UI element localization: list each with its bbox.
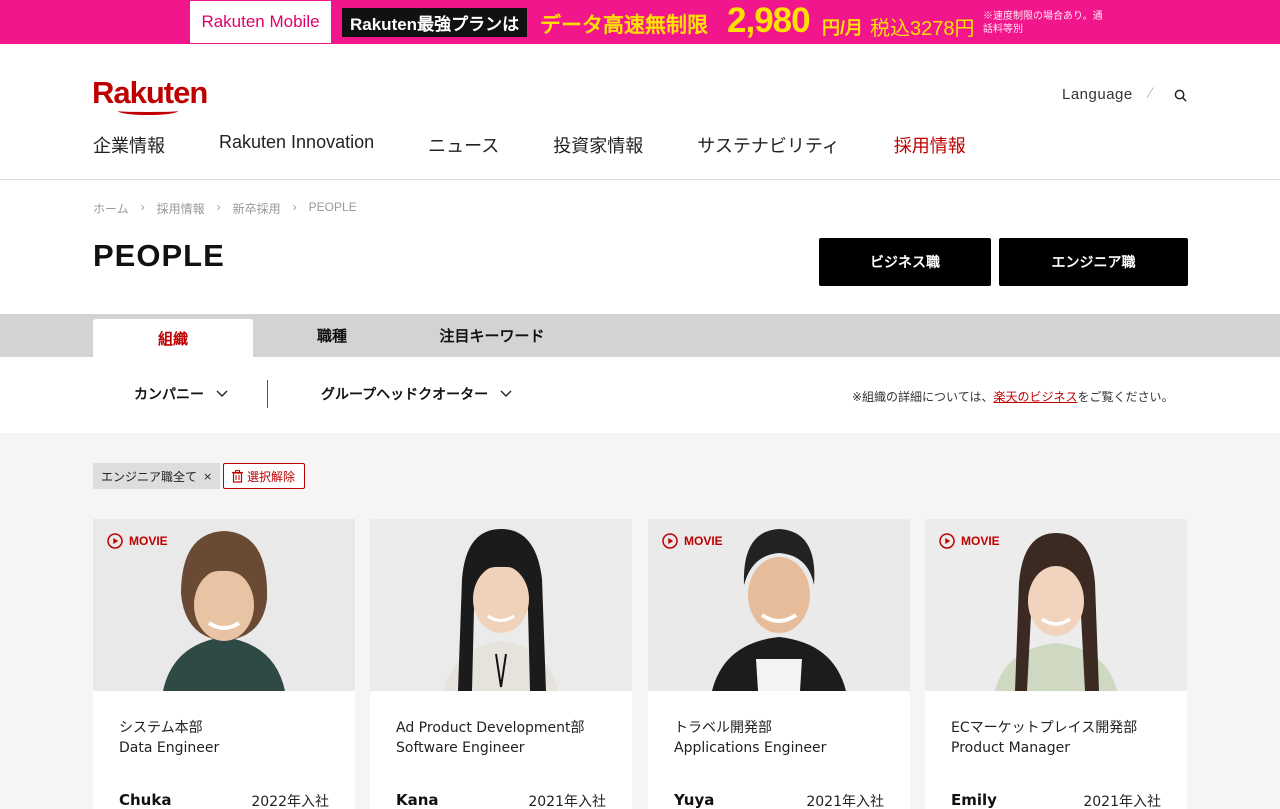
filter-chip[interactable]: エンジニア職全て ×: [93, 463, 221, 489]
movie-label: MOVIE: [961, 534, 1000, 548]
search-icon[interactable]: [1174, 89, 1187, 102]
person-photo: MOVIE: [648, 519, 910, 691]
tab-keywords[interactable]: 注目キーワード: [412, 314, 572, 357]
nav-item-corporate[interactable]: 企業情報: [93, 132, 165, 158]
org-note: ※組織の詳細については、楽天のビジネスをご覧ください。: [852, 388, 1174, 405]
card-join-year: 2021年入社: [806, 794, 884, 809]
nav-item-sustainability[interactable]: サステナビリティ: [697, 132, 840, 158]
nav-item-innovation[interactable]: Rakuten Innovation: [219, 132, 374, 158]
card-department: システム本部: [119, 720, 203, 736]
breadcrumb-home[interactable]: ホーム: [93, 200, 129, 217]
company-dropdown-label: カンパニー: [134, 387, 204, 403]
breadcrumb-new-grad[interactable]: 新卒採用: [233, 200, 281, 217]
promo-brand: Rakuten Mobile: [190, 1, 331, 43]
card-name: Yuya: [674, 791, 715, 809]
logo-swoosh: [118, 107, 178, 115]
nav-item-news[interactable]: ニュース: [428, 132, 499, 158]
card-join-year: 2022年入社: [251, 794, 329, 809]
clear-selection-button[interactable]: 選択解除: [223, 463, 306, 489]
tab-job-type[interactable]: 職種: [252, 314, 412, 357]
nav-item-ir[interactable]: 投資家情報: [553, 132, 643, 158]
person-photo: MOVIE: [925, 519, 1187, 691]
promo-headline: データ高速無制限: [540, 14, 708, 37]
person-card[interactable]: MOVIE トラベル開発部 Applications Engineer Yuya…: [648, 519, 910, 809]
company-dropdown[interactable]: カンパニー: [134, 384, 228, 404]
breadcrumb-separator: ›: [216, 200, 221, 214]
engineer-jobs-button[interactable]: エンジニア職: [999, 238, 1188, 286]
card-department: ECマーケットプレイス開発部: [951, 720, 1138, 736]
card-role: Software Engineer: [396, 740, 525, 756]
language-separator: ⁄: [1149, 86, 1152, 102]
card-join-year: 2021年入社: [528, 794, 606, 809]
person-card[interactable]: Ad Product Development部 Software Enginee…: [370, 519, 632, 809]
person-photo: [370, 519, 632, 691]
card-role: Applications Engineer: [674, 740, 827, 756]
org-note-prefix: ※組織の詳細については、: [852, 390, 994, 404]
promo-note: ※速度制限の場合あり。通話料等別: [983, 11, 1103, 35]
language-link[interactable]: Language: [1062, 86, 1133, 103]
play-icon: [662, 533, 678, 549]
card-department: Ad Product Development部: [396, 720, 585, 736]
rakuten-logo[interactable]: Rakuten: [92, 75, 208, 111]
breadcrumb-current: PEOPLE: [308, 200, 357, 214]
card-role: Product Manager: [951, 740, 1070, 756]
promo-price: 2,980: [727, 1, 811, 40]
promo-banner[interactable]: Rakuten Mobile Rakuten最強プランは データ高速無制限 2,…: [0, 0, 1280, 44]
close-icon[interactable]: ×: [203, 470, 212, 483]
card-department: トラベル開発部: [674, 720, 772, 736]
main-nav: 企業情報 Rakuten Innovation ニュース 投資家情報 サステナビ…: [93, 132, 1020, 158]
business-jobs-button[interactable]: ビジネス職: [819, 238, 991, 286]
promo-plan: Rakuten最強プランは: [342, 8, 528, 37]
tab-organization[interactable]: 組織: [93, 319, 253, 357]
card-name: Chuka: [119, 791, 172, 809]
nav-item-careers[interactable]: 採用情報: [894, 132, 966, 158]
trash-icon: [232, 469, 243, 483]
page-title: PEOPLE: [93, 238, 225, 273]
chevron-down-icon: [500, 390, 512, 397]
breadcrumb-separator: ›: [140, 200, 145, 214]
movie-label: MOVIE: [684, 534, 723, 548]
movie-badge[interactable]: MOVIE: [939, 533, 1000, 549]
breadcrumb-separator: ›: [292, 200, 297, 214]
filter-chip-label: エンジニア職全て: [101, 469, 198, 484]
clear-selection-label: 選択解除: [247, 469, 296, 484]
person-card[interactable]: MOVIE ECマーケットプレイス開発部 Product Manager Emi…: [925, 519, 1187, 809]
title-area: ホーム › 採用情報 › 新卒採用 › PEOPLE PEOPLE ビジネス職 …: [0, 180, 1280, 314]
hq-dropdown-label: グループヘッドクオーター: [321, 387, 489, 403]
divider: [267, 380, 268, 408]
movie-badge[interactable]: MOVIE: [107, 533, 168, 549]
card-role: Data Engineer: [119, 740, 220, 756]
movie-label: MOVIE: [129, 534, 168, 548]
tab-bar: 組織 職種 注目キーワード: [0, 314, 1280, 357]
breadcrumb-careers[interactable]: 採用情報: [157, 200, 205, 217]
promo-unit: 円/月: [822, 18, 864, 38]
org-note-suffix: をご覧ください。: [1077, 390, 1174, 404]
card-join-year: 2021年入社: [1083, 794, 1161, 809]
site-header: Rakuten Language ⁄ 企業情報 Rakuten Innovati…: [0, 44, 1280, 180]
hq-dropdown[interactable]: グループヘッドクオーター: [321, 384, 512, 404]
play-icon: [939, 533, 955, 549]
card-name: Kana: [396, 791, 439, 809]
person-card[interactable]: MOVIE システム本部 Data Engineer Chuka 2022年入社: [93, 519, 355, 809]
filter-row: カンパニー グループヘッドクオーター ※組織の詳細については、楽天のビジネスをご…: [0, 357, 1280, 433]
play-icon: [107, 533, 123, 549]
movie-badge[interactable]: MOVIE: [662, 533, 723, 549]
chevron-down-icon: [216, 390, 228, 397]
person-portrait-illustration: [444, 529, 558, 691]
card-name: Emily: [951, 791, 997, 809]
promo-tax: 税込3278円: [870, 18, 975, 40]
breadcrumb: ホーム › 採用情報 › 新卒採用 › PEOPLE: [93, 200, 357, 217]
business-link[interactable]: 楽天のビジネス: [993, 390, 1077, 404]
person-photo: MOVIE: [93, 519, 355, 691]
